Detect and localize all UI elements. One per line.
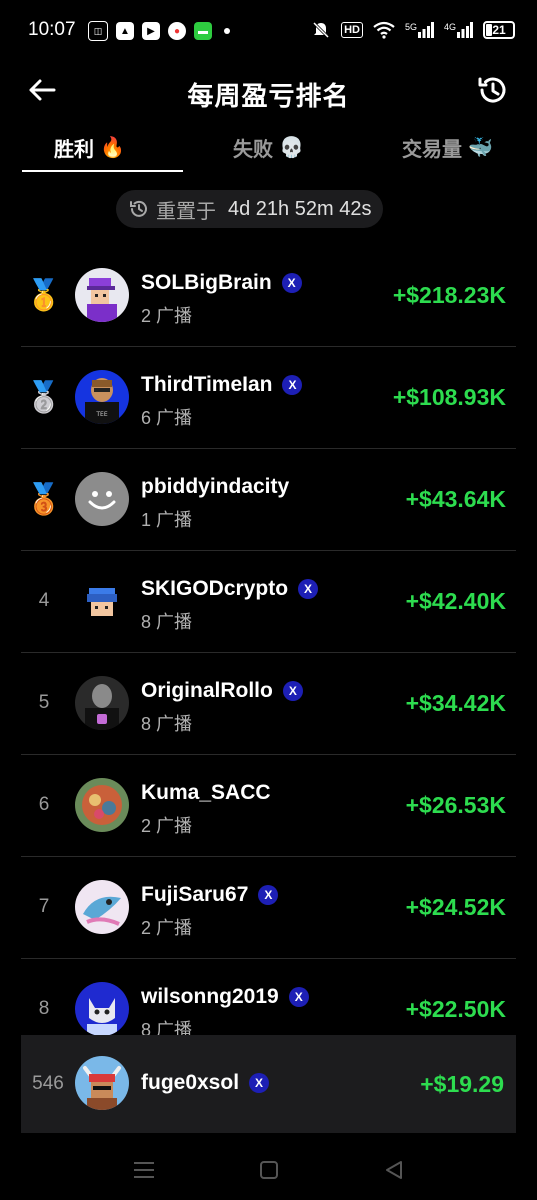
card-app-icon: ◫ (88, 21, 108, 41)
status-time: 10:07 (28, 19, 76, 40)
tab-wins[interactable]: 胜利 🔥 (0, 122, 183, 172)
history-icon (478, 77, 506, 103)
x-verified-icon: X (258, 885, 279, 905)
avatar (75, 268, 129, 322)
x-verified-icon: X (288, 987, 309, 1007)
youtube-icon: ▶ (142, 22, 160, 40)
x-verified-icon: X (282, 681, 303, 701)
avatar (75, 472, 129, 526)
rank-number: 5 (38, 692, 50, 713)
broadcast-count: 8 广播 (141, 612, 193, 632)
page-title: 每周盈亏排名 (187, 81, 350, 111)
username[interactable]: SKIGODcrypto (141, 577, 288, 601)
signal-bars-icon (417, 22, 434, 38)
status-right: HD 5G 4G 21 (311, 20, 515, 40)
broadcast-count: 8 广播 (141, 714, 193, 734)
skull-icon: 💀 (279, 136, 304, 159)
pnl-value: +$108.93K (392, 383, 506, 410)
wifi-icon (373, 21, 395, 39)
bronze-medal-icon: 🥉 (25, 482, 63, 516)
username[interactable]: SOLBigBrain (141, 271, 272, 295)
username[interactable]: wilsonng2019 (141, 985, 279, 1009)
pnl-value: +$42.40K (405, 587, 506, 614)
rank-number: 6 (38, 794, 50, 815)
pnl-value: +$218.23K (392, 281, 506, 308)
leaderboard-tabs: 胜利 🔥 失败 💀 交易量 🐳 (0, 122, 537, 172)
avatar (75, 982, 129, 1036)
svg-text:TEE: TEE (95, 411, 107, 418)
notification-icons: ◫ ▲ ▶ ● ▬ (88, 21, 230, 41)
avatar (75, 1056, 129, 1110)
timer-icon (130, 200, 147, 217)
whale-icon: 🐳 (468, 136, 493, 159)
leaderboard-row[interactable]: 4 SKIGODcrypto X 8 广播 +$42.40K (21, 551, 516, 653)
screen: 10:07 ◫ ▲ ▶ ● ▬ HD 5G 4G 21 每周盈亏排名 胜利 🔥 … (0, 0, 537, 1200)
reset-timer: 重置于 4d 21h 52m 42s (116, 190, 384, 228)
leaderboard-row[interactable]: 7 FujiSaru67 X 2 广播 +$24.52K (21, 857, 516, 959)
reset-label: 重置于 (156, 200, 216, 223)
reset-countdown: 4d 21h 52m 42s (228, 197, 372, 220)
leaderboard-list: 🥇 SOLBigBrain X 2 广播 +$218.23K 🥈 TEE Thi… (0, 245, 537, 1061)
navigation-app-icon: ▲ (116, 22, 134, 40)
broadcast-count: 2 广播 (141, 816, 193, 836)
back-triangle-icon[interactable] (383, 1159, 405, 1181)
avatar (75, 880, 129, 934)
avatar (75, 574, 129, 628)
silver-medal-icon: 🥈 (25, 380, 63, 414)
tab-volume[interactable]: 交易量 🐳 (358, 122, 537, 172)
status-bar: 10:07 ◫ ▲ ▶ ● ▬ HD 5G 4G 21 (0, 0, 537, 60)
rank-number: 7 (38, 896, 50, 917)
signal-4g: 4G (444, 22, 473, 38)
leaderboard-row[interactable]: 🥈 TEE ThirdTimeIan X 6 广播 +$108.93K (21, 347, 516, 449)
fire-icon: 🔥 (100, 136, 125, 159)
pnl-value: +$34.42K (405, 689, 506, 716)
rank-number: 4 (38, 590, 50, 611)
pnl-value: +$19.29 (420, 1070, 504, 1097)
signal-bars-icon (457, 22, 473, 38)
header: 每周盈亏排名 (0, 60, 537, 120)
home-icon[interactable] (259, 1160, 279, 1180)
message-app-icon: ▬ (194, 22, 212, 40)
broadcast-count: 2 广播 (141, 306, 193, 326)
username[interactable]: OriginalRollo (141, 679, 273, 703)
gold-medal-icon: 🥇 (25, 278, 63, 312)
broadcast-count: 2 广播 (141, 918, 193, 938)
broadcast-count: 1 广播 (141, 510, 193, 530)
avatar (75, 778, 129, 832)
rank-number: 546 (32, 1073, 64, 1094)
system-nav-bar (0, 1140, 537, 1200)
hd-badge: HD (341, 22, 363, 38)
leaderboard-row[interactable]: 🥉 pbiddyindacity 1 广播 +$43.64K (21, 449, 516, 551)
username[interactable]: ThirdTimeIan (141, 373, 272, 397)
pnl-value: +$26.53K (405, 791, 506, 818)
username[interactable]: FujiSaru67 (141, 883, 248, 907)
x-verified-icon: X (298, 579, 319, 599)
x-verified-icon: X (281, 273, 302, 293)
leaderboard-row[interactable]: 6 Kuma_SACC 2 广播 +$26.53K (21, 755, 516, 857)
leaderboard-row[interactable]: 5 OriginalRollo X 8 广播 +$34.42K (21, 653, 516, 755)
mute-icon (313, 21, 330, 39)
tab-losses[interactable]: 失败 💀 (179, 122, 358, 172)
x-verified-icon: X (249, 1073, 270, 1093)
history-button[interactable] (473, 70, 513, 110)
username[interactable]: Kuma_SACC (141, 781, 271, 805)
username[interactable]: pbiddyindacity (141, 475, 289, 499)
x-verified-icon: X (282, 375, 303, 395)
broadcast-count: 6 广播 (141, 408, 193, 428)
username[interactable]: fuge0xsol (141, 1071, 239, 1095)
battery-indicator: 21 (483, 21, 515, 39)
menu-icon[interactable] (132, 1160, 156, 1180)
leaderboard-row[interactable]: 🥇 SOLBigBrain X 2 广播 +$218.23K (21, 245, 516, 347)
pnl-value: +$24.52K (405, 893, 506, 920)
avatar-app-icon: ● (168, 22, 186, 40)
pnl-value: +$43.64K (405, 485, 506, 512)
signal-5g: 5G (405, 22, 434, 38)
current-user-row[interactable]: 546 fuge0xsol X +$19.29 (21, 1035, 516, 1133)
avatar (75, 676, 129, 730)
avatar: TEE (75, 370, 129, 424)
more-notifications-dot (224, 28, 230, 34)
